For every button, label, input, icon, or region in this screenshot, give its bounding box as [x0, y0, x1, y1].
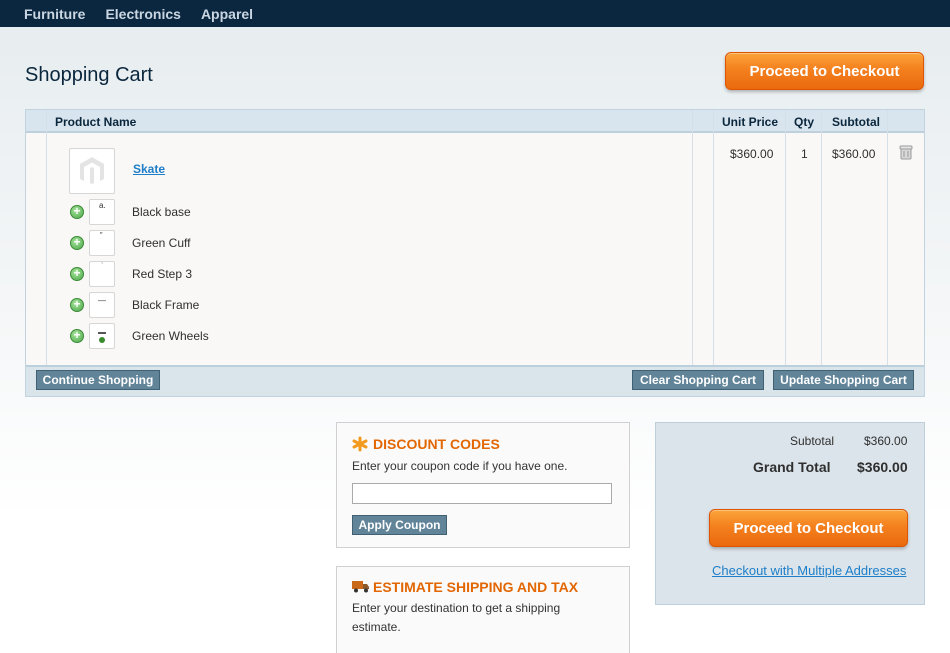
- checkout-multiple-addresses-link[interactable]: Checkout with Multiple Addresses: [712, 563, 906, 578]
- cart-actions-bar: Continue Shopping Clear Shopping Cart Up…: [26, 365, 924, 396]
- header-qty: Qty: [794, 115, 815, 129]
- column-divider: [46, 110, 47, 365]
- product-image[interactable]: [69, 148, 115, 194]
- update-shopping-cart-button[interactable]: Update Shopping Cart: [773, 370, 914, 390]
- clear-shopping-cart-button[interactable]: Clear Shopping Cart: [632, 370, 764, 390]
- column-divider: [692, 110, 693, 365]
- plus-circle-icon[interactable]: +: [70, 236, 84, 250]
- apply-coupon-button[interactable]: Apply Coupon: [352, 515, 447, 535]
- plus-circle-icon[interactable]: +: [70, 267, 84, 281]
- cart-table: Product Name Unit Price Qty Subtotal Ska…: [25, 109, 925, 397]
- header-subtotal: Subtotal: [832, 115, 880, 129]
- column-divider: [785, 110, 786, 365]
- option-label-red-step: Red Step 3: [132, 267, 193, 281]
- nav-item-furniture[interactable]: Furniture: [24, 6, 85, 22]
- option-thumbnail: —: [89, 292, 115, 318]
- subtotal-value: $360.00: [832, 147, 876, 161]
- option-label-green-cuff: Green Cuff: [132, 236, 191, 250]
- magento-logo-icon: [80, 157, 104, 184]
- option-thumbnail: a.: [89, 199, 115, 225]
- option-thumbnail: `: [89, 261, 115, 287]
- estimate-shipping-box: ESTIMATE SHIPPING AND TAX Enter your des…: [336, 566, 630, 653]
- subtotal-label: Subtotal: [790, 434, 835, 448]
- discount-codes-title: DISCOUNT CODES: [373, 436, 500, 452]
- qty-value: 1: [801, 147, 808, 161]
- page-title: Shopping Cart: [25, 64, 153, 86]
- option-thumbnail: ″: [89, 230, 115, 256]
- discount-codes-text: Enter your coupon code if you have one.: [352, 459, 568, 473]
- header-product-name: Product Name: [55, 115, 137, 129]
- plus-circle-icon[interactable]: +: [70, 329, 84, 343]
- header-unit-price: Unit Price: [722, 115, 779, 129]
- proceed-to-checkout-button-bottom[interactable]: Proceed to Checkout: [709, 509, 908, 547]
- unit-price-value: $360.00: [730, 147, 774, 161]
- nav-item-apparel[interactable]: Apparel: [201, 6, 253, 22]
- asterisk-icon: [352, 436, 368, 452]
- column-divider: [713, 110, 714, 365]
- continue-shopping-button[interactable]: Continue Shopping: [36, 370, 160, 390]
- table-header: Product Name Unit Price Qty Subtotal: [26, 110, 924, 133]
- option-label-green-wheels: Green Wheels: [132, 329, 209, 343]
- proceed-to-checkout-button-top[interactable]: Proceed to Checkout: [725, 52, 924, 90]
- estimate-shipping-title: ESTIMATE SHIPPING AND TAX: [373, 579, 579, 595]
- coupon-code-input[interactable]: [352, 483, 612, 504]
- plus-circle-icon[interactable]: +: [70, 298, 84, 312]
- estimate-shipping-text: Enter your destination to get a shipping…: [352, 601, 561, 634]
- truck-icon: [352, 581, 369, 593]
- grand-total-amount: $360.00: [857, 459, 908, 475]
- discount-codes-box: DISCOUNT CODES Enter your coupon code if…: [336, 422, 630, 548]
- option-thumbnail: [89, 323, 115, 349]
- trash-icon[interactable]: [898, 144, 914, 160]
- option-label-black-base: Black base: [132, 205, 191, 219]
- plus-circle-icon[interactable]: +: [70, 205, 84, 219]
- top-navigation: Furniture Electronics Apparel: [0, 0, 950, 27]
- nav-item-electronics[interactable]: Electronics: [105, 6, 180, 22]
- product-name-link[interactable]: Skate: [133, 162, 165, 176]
- column-divider: [887, 110, 888, 365]
- column-divider: [821, 110, 822, 365]
- grand-total-label: Grand Total: [753, 459, 831, 475]
- option-label-black-frame: Black Frame: [132, 298, 200, 312]
- subtotal-amount: $360.00: [864, 434, 908, 448]
